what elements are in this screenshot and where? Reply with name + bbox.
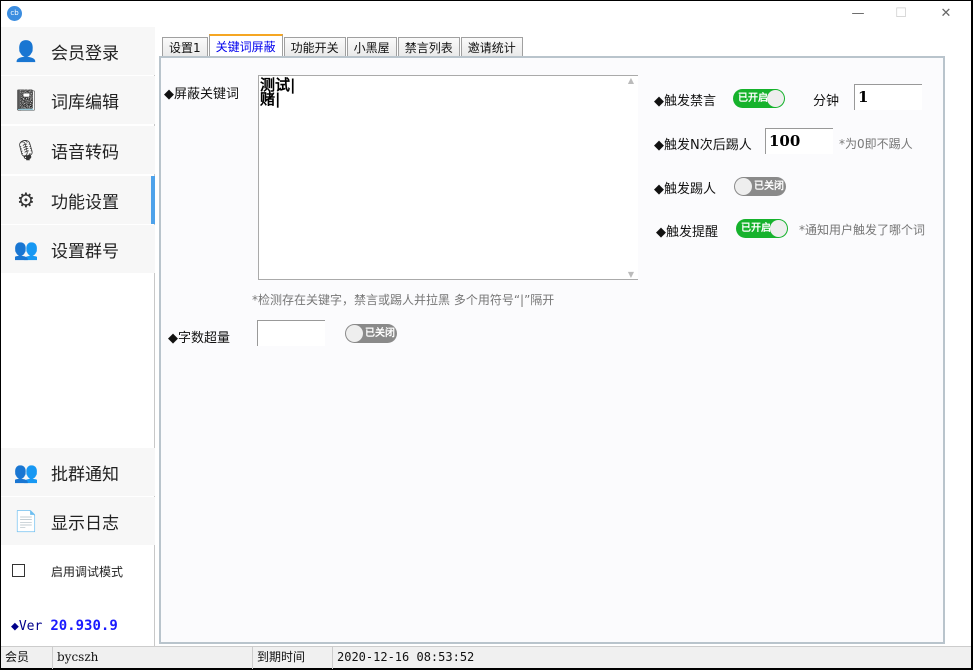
title-bar: cb — ☐ ✕	[1, 1, 971, 27]
sidebar-item-voice-transcode[interactable]: 🎙 语音转码	[1, 126, 155, 174]
tab-invite-stats[interactable]: 邀请统计	[460, 37, 523, 58]
remind-label: ◆触发提醒	[656, 225, 718, 240]
remind-hint: *通知用户触发了哪个词	[799, 223, 926, 237]
maximize-button[interactable]: ☐	[886, 4, 916, 24]
tab-keyword-block[interactable]: 关键词屏蔽	[208, 34, 283, 58]
sidebar-item-member-login[interactable]: 👤 会员登录	[1, 27, 155, 75]
group-icon: 👥	[13, 237, 39, 261]
keywords-label: ◆屏蔽关键词	[164, 87, 239, 102]
sidebar-item-group-settings[interactable]: 👥 设置群号	[1, 225, 155, 273]
book-icon: 📓	[13, 88, 39, 112]
tab-feature-switch[interactable]: 功能开关	[283, 37, 346, 58]
sidebar-item-show-log[interactable]: 📄 显示日志	[1, 497, 155, 545]
remind-toggle[interactable]: 已开启	[736, 219, 788, 238]
debug-mode-checkbox[interactable]	[12, 564, 25, 577]
user-icon: 👤	[13, 39, 39, 63]
sidebar-item-label: 词库编辑	[51, 92, 119, 113]
version-prefix: ◆Ver	[11, 619, 43, 634]
log-icon: 📄	[13, 509, 39, 533]
microphone-icon: 🎙	[13, 138, 39, 162]
users-icon: 👥	[13, 460, 39, 484]
minutes-label: 分钟	[813, 94, 840, 109]
tab-mute-list[interactable]: 禁言列表	[397, 37, 460, 58]
tab-panel: ◆屏蔽关键词 测试| 赌| ▲ ▼ *检测存在关键字，禁言或踢人并拉黑 多个用符号…	[159, 56, 945, 644]
toggle-label: 已关闭	[754, 181, 784, 192]
sidebar-item-label: 语音转码	[51, 142, 119, 163]
toggle-label: 已开启	[738, 93, 768, 104]
kick-after-n-label: ◆触发N次后踢人	[654, 138, 752, 153]
sidebar-item-label: 功能设置	[51, 192, 119, 213]
gear-icon: ⚙	[17, 188, 35, 212]
sidebar-item-label: 设置群号	[51, 241, 119, 262]
close-button[interactable]: ✕	[931, 4, 961, 24]
tab-settings1[interactable]: 设置1	[162, 37, 208, 58]
wordcount-toggle[interactable]: 已关闭	[345, 324, 397, 343]
kick-after-n-hint: *为0即不踢人	[839, 137, 913, 151]
sidebar-item-lexicon-edit[interactable]: 📓 词库编辑	[1, 76, 155, 124]
minimize-button[interactable]: —	[843, 4, 873, 24]
sidebar-item-batch-notify[interactable]: 👥 批群通知	[1, 448, 155, 496]
mute-toggle[interactable]: 已开启	[733, 89, 785, 108]
member-label: 会员	[1, 647, 53, 669]
sidebar-item-label: 批群通知	[51, 464, 119, 485]
wordcount-label: ◆字数超量	[168, 331, 230, 346]
kick-label: ◆触发踢人	[654, 182, 716, 197]
tab-bar: 设置1 关键词屏蔽 功能开关 小黑屋 禁言列表 邀请统计	[162, 34, 524, 58]
keywords-hint: *检测存在关键字，禁言或踢人并拉黑 多个用符号“|”隔开	[252, 293, 555, 307]
sidebar: 👤 会员登录 📓 词库编辑 🎙 语音转码 ⚙ 功能设置 👥 设置群号 👥 批群通知 📄 显示日…	[1, 27, 155, 646]
expire-value: 2020-12-16 08:53:52	[337, 650, 475, 664]
sidebar-item-label: 会员登录	[51, 43, 119, 64]
member-value: bycszh	[53, 647, 253, 669]
textarea-scrollbar[interactable]: ▲ ▼	[624, 76, 638, 279]
mute-label: ◆触发禁言	[654, 94, 716, 109]
kick-after-n-input[interactable]: 100	[765, 128, 833, 154]
toggle-label: 已开启	[741, 223, 771, 234]
version-value: 20.930.9	[50, 618, 118, 634]
sidebar-item-label: 显示日志	[51, 513, 119, 534]
app-logo-icon: cb	[7, 6, 22, 21]
tab-blackroom[interactable]: 小黑屋	[346, 37, 397, 58]
sidebar-item-feature-settings[interactable]: ⚙ 功能设置	[1, 176, 155, 224]
toggle-label: 已关闭	[365, 328, 395, 339]
wordcount-input[interactable]	[257, 320, 325, 346]
kick-toggle[interactable]: 已关闭	[734, 177, 786, 196]
app-window: cb — ☐ ✕ 👤 会员登录 📓 词库编辑 🎙 语音转码 ⚙ 功能设置 👥 设置群号 👥…	[1, 1, 971, 669]
version-label: ◆Ver 20.930.9	[11, 618, 118, 634]
debug-mode-label: 启用调试模式	[51, 565, 124, 579]
minutes-input[interactable]: 1	[854, 84, 922, 110]
expire-label: 到期时间	[253, 647, 333, 669]
status-bar: 会员 bycszh 到期时间 2020-12-16 08:53:52	[1, 646, 971, 669]
keywords-textarea[interactable]: 测试| 赌|	[258, 75, 638, 280]
